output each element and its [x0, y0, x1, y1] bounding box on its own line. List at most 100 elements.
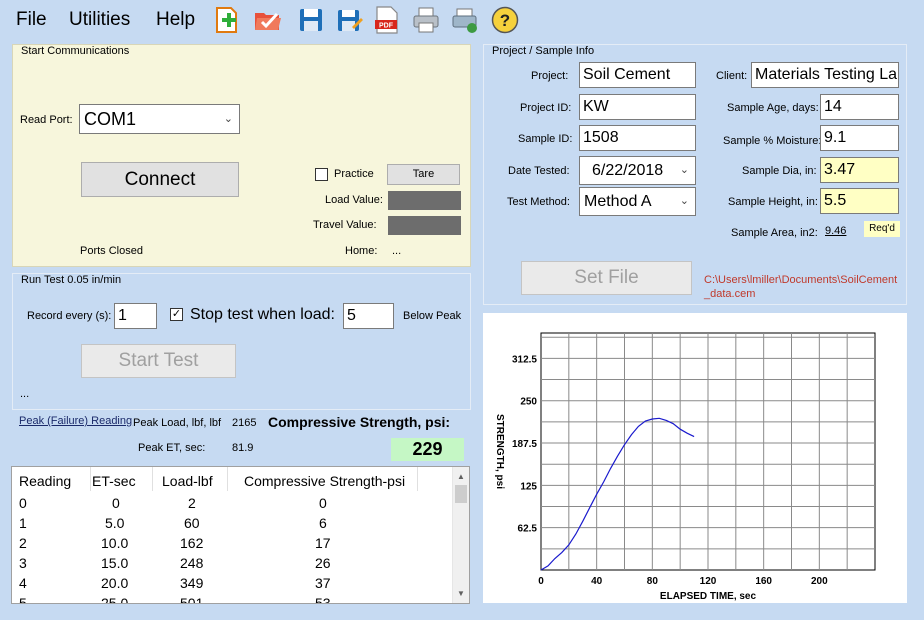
connect-button[interactable]: Connect: [81, 162, 239, 197]
y-tick-label: 62.5: [518, 524, 538, 535]
required-badge: Req'd: [864, 221, 900, 237]
cell-et: 20.0: [101, 575, 129, 591]
file-path-line-1: C:\Users\lmiller\Documents\SoilCement: [704, 274, 898, 286]
print-icon[interactable]: [411, 5, 441, 35]
sample-id-input[interactable]: 1508: [579, 125, 696, 151]
start-test-button[interactable]: Start Test: [81, 344, 236, 378]
cell-cs: 6: [319, 515, 327, 531]
practice-checkbox[interactable]: [315, 168, 328, 181]
table-header-cs[interactable]: Compressive Strength-psi: [244, 473, 405, 489]
project-id-input[interactable]: KW: [579, 94, 696, 120]
sample-moisture-label: Sample % Moisture:: [723, 135, 822, 147]
sample-area-value: 9.46: [825, 225, 847, 237]
sample-moisture-input[interactable]: 9.1: [820, 125, 899, 151]
add-document-icon[interactable]: [213, 5, 243, 35]
stop-test-label: Stop test when load:: [190, 306, 335, 323]
cell-cs: 0: [319, 495, 327, 511]
test-method-label: Test Method:: [507, 196, 570, 208]
project-id-label: Project ID:: [520, 102, 572, 114]
printer-setup-icon[interactable]: [450, 5, 480, 35]
scroll-down-icon[interactable]: ▼: [457, 589, 465, 598]
x-tick-label: 120: [700, 576, 717, 587]
sample-dia-input[interactable]: 3.47: [820, 157, 899, 183]
menu-utilities[interactable]: Utilities: [69, 9, 130, 31]
strength-chart: 0 40 80 120 160 200 62.5 125 187.5 250 312.5 ELAPSE…: [494, 332, 876, 602]
cell-et: 15.0: [101, 555, 129, 571]
cell-cs: 17: [315, 535, 331, 551]
scroll-up-icon[interactable]: ▲: [457, 472, 465, 481]
peak-load-value: 2165: [232, 417, 257, 429]
chevron-down-icon: ⌄: [679, 164, 689, 176]
compressive-strength-value: 229: [391, 438, 464, 461]
table-header-et[interactable]: ET-sec: [92, 473, 136, 489]
cell-load: 60: [184, 515, 200, 531]
home-label: Home:: [345, 245, 378, 257]
pdf-icon-label: PDF: [379, 23, 394, 30]
cell-reading: 1: [19, 515, 27, 531]
sample-age-input[interactable]: 14: [820, 94, 899, 120]
chevron-down-icon: ⌄: [223, 113, 233, 125]
peak-load-label: Peak Load, lbf, lbf: [133, 417, 222, 429]
menu-file[interactable]: File: [16, 9, 47, 31]
travel-value-label: Travel Value:: [313, 219, 377, 231]
readings-table[interactable]: Reading ET-sec Load-lbf Compressive Stre…: [11, 466, 470, 604]
cell-reading: 0: [19, 495, 27, 511]
cell-reading: 5: [19, 595, 27, 604]
set-file-button[interactable]: Set File: [521, 261, 692, 295]
header-divider: [227, 467, 228, 491]
cell-reading: 4: [19, 575, 27, 591]
stop-load-input[interactable]: 5: [343, 303, 394, 329]
sample-height-label: Sample Height, in:: [728, 196, 818, 208]
read-port-label: Read Port:: [20, 114, 73, 126]
run-status-text: ...: [20, 388, 30, 400]
home-value: ...: [392, 245, 402, 257]
cell-cs: 53: [315, 595, 331, 604]
header-divider: [417, 467, 418, 491]
peak-reading-link[interactable]: Peak (Failure) Reading: [19, 415, 132, 427]
date-tested-value: 6/22/2018: [592, 162, 664, 179]
strength-chart-panel: 0 40 80 120 160 200 62.5 125 187.5 250 312.5 ELAPSE…: [483, 313, 907, 603]
chevron-down-icon: ⌄: [679, 195, 689, 207]
cell-cs: 37: [315, 575, 331, 591]
help-icon[interactable]: ?: [490, 5, 520, 35]
load-value-display: [388, 191, 461, 210]
save-icon[interactable]: [296, 5, 326, 35]
test-method-dropdown[interactable]: Method A ⌄: [579, 187, 696, 216]
open-folder-icon[interactable]: [253, 5, 283, 35]
y-axis-label: STRENGTH, psi: [494, 414, 505, 489]
cell-reading: 2: [19, 535, 27, 551]
y-tick-label: 312.5: [512, 354, 537, 365]
cell-load: 2: [188, 495, 196, 511]
scroll-thumb[interactable]: [455, 485, 467, 503]
sample-height-input[interactable]: 5.5: [820, 188, 899, 214]
project-label: Project:: [531, 70, 569, 82]
cell-reading: 3: [19, 555, 27, 571]
table-header-load[interactable]: Load-lbf: [162, 473, 213, 489]
peak-et-label: Peak ET, sec:: [138, 442, 206, 454]
y-tick-label: 125: [520, 481, 537, 492]
table-scrollbar[interactable]: ▲ ▼: [452, 467, 469, 603]
date-tested-label: Date Tested:: [508, 165, 570, 177]
menu-help[interactable]: Help: [156, 9, 195, 31]
tare-button[interactable]: Tare: [387, 164, 460, 185]
client-input[interactable]: Materials Testing La: [751, 62, 899, 88]
cell-et: 10.0: [101, 535, 129, 551]
y-tick-label: 187.5: [512, 439, 537, 450]
cell-load: 248: [180, 555, 204, 571]
table-header-reading[interactable]: Reading: [19, 473, 71, 489]
practice-label: Practice: [334, 168, 374, 180]
compressive-strength-label: Compressive Strength, psi:: [268, 414, 451, 430]
date-tested-picker[interactable]: 6/22/2018 ⌄: [579, 156, 696, 185]
record-every-input[interactable]: 1: [114, 303, 157, 329]
project-input[interactable]: Soil Cement: [579, 62, 696, 88]
read-port-dropdown[interactable]: COM1 ⌄: [79, 104, 240, 134]
cell-load: 501: [180, 595, 204, 604]
travel-value-display: [388, 216, 461, 235]
save-as-icon[interactable]: [334, 5, 364, 35]
sample-age-label: Sample Age, days:: [727, 102, 819, 114]
x-tick-label: 80: [647, 576, 659, 587]
group-title-run-test: Run Test 0.05 in/min: [21, 274, 122, 286]
header-divider: [90, 467, 91, 491]
pdf-icon[interactable]: PDF: [372, 5, 402, 35]
stop-test-checkbox[interactable]: ✓: [170, 308, 183, 321]
